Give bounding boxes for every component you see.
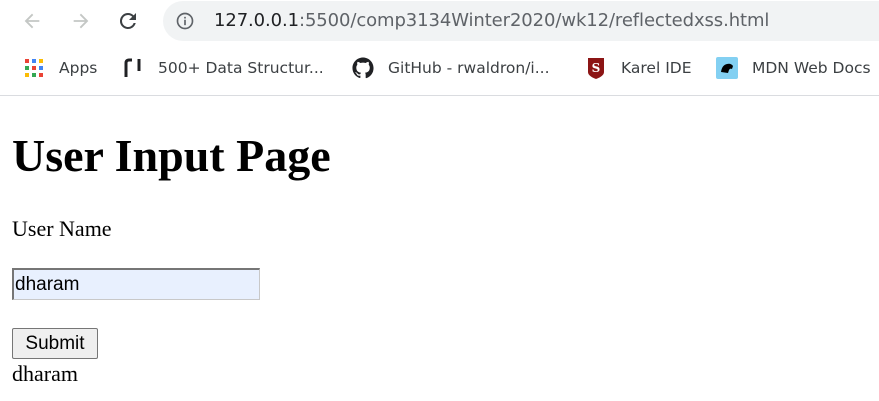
forward-button[interactable]	[65, 5, 97, 37]
back-arrow-icon	[24, 13, 40, 29]
user-name-label: User Name	[12, 216, 112, 241]
back-button[interactable]	[16, 5, 48, 37]
browser-toolbar: 127.0.0.1:5500/comp3134Winter2020/wk12/r…	[0, 0, 879, 42]
bookmark-label: MDN Web Docs	[752, 59, 871, 77]
bookmark-karel-ide[interactable]: S Karel IDE	[585, 55, 692, 81]
address-bar[interactable]: 127.0.0.1:5500/comp3134Winter2020/wk12/r…	[163, 1, 879, 41]
url-text[interactable]: 127.0.0.1:5500/comp3134Winter2020/wk12/r…	[214, 10, 769, 32]
stanford-icon: S	[585, 57, 607, 79]
bookmarks-bar: Apps 500+ Data Structur... GitHub - rwal…	[0, 50, 879, 86]
reload-button[interactable]	[112, 5, 144, 37]
svg-text:S: S	[592, 61, 601, 75]
browser-chrome: 127.0.0.1:5500/comp3134Winter2020/wk12/r…	[0, 0, 879, 96]
github-icon	[352, 57, 374, 79]
bookmark-github[interactable]: GitHub - rwaldron/i...	[352, 55, 550, 81]
info-icon[interactable]	[175, 11, 195, 31]
forward-arrow-icon	[73, 13, 89, 29]
url-path: :5500/comp3134Winter2020/wk12/reflectedx…	[298, 10, 770, 31]
bookmark-label: Apps	[59, 59, 98, 77]
bracket-logo-icon	[122, 57, 144, 79]
user-name-input[interactable]	[12, 268, 260, 300]
submit-button[interactable]: Submit	[12, 328, 98, 359]
mdn-icon	[716, 57, 738, 79]
url-host: 127.0.0.1	[214, 10, 299, 31]
page-content: User Input Page User Name Submit dharam	[0, 96, 879, 401]
bookmark-label: 500+ Data Structur...	[158, 59, 324, 77]
reload-icon	[119, 12, 136, 29]
bookmark-mdn[interactable]: MDN Web Docs	[716, 55, 871, 81]
bookmark-apps[interactable]: Apps	[23, 55, 97, 81]
page-title: User Input Page	[12, 130, 331, 181]
apps-grid-icon	[23, 57, 45, 79]
bookmark-data-structures[interactable]: 500+ Data Structur...	[122, 55, 324, 81]
reflected-output: dharam	[12, 361, 78, 386]
bookmark-label: GitHub - rwaldron/i...	[388, 59, 550, 77]
bookmark-label: Karel IDE	[621, 59, 692, 77]
